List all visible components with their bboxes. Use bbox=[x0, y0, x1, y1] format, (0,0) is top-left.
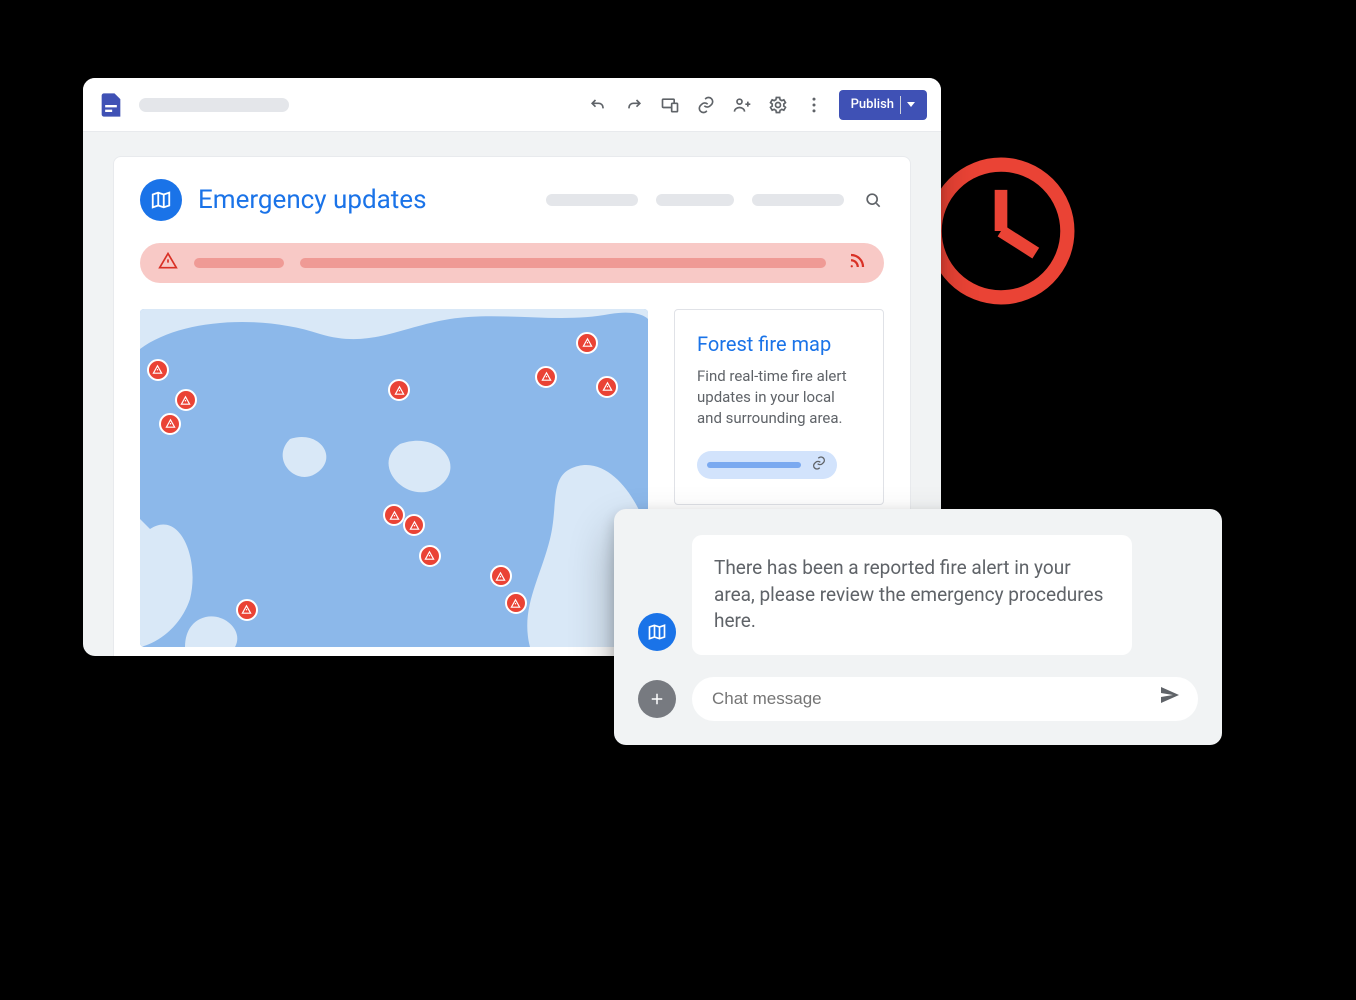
page-header: Emergency updates bbox=[140, 179, 884, 221]
rss-icon[interactable] bbox=[848, 252, 866, 274]
fire-alert-marker-icon[interactable] bbox=[147, 359, 169, 381]
link-icon bbox=[811, 455, 827, 475]
site-title-placeholder[interactable] bbox=[139, 98, 289, 112]
nav-item[interactable] bbox=[546, 194, 638, 206]
nav-item[interactable] bbox=[752, 194, 844, 206]
side-card-desc: Find real-time fire alert updates in you… bbox=[697, 366, 861, 429]
chat-bubble: There has been a reported fire alert in … bbox=[692, 535, 1132, 655]
fire-map[interactable] bbox=[140, 309, 648, 647]
redo-icon[interactable] bbox=[623, 94, 645, 116]
link-text-placeholder bbox=[707, 462, 801, 468]
add-attachment-button[interactable] bbox=[638, 680, 676, 718]
divider bbox=[900, 96, 901, 114]
send-icon[interactable] bbox=[1158, 683, 1182, 711]
undo-icon[interactable] bbox=[587, 94, 609, 116]
link-icon[interactable] bbox=[695, 94, 717, 116]
sites-logo-icon bbox=[97, 91, 125, 119]
fire-alert-marker-icon[interactable] bbox=[236, 599, 258, 621]
side-card-title: Forest fire map bbox=[697, 332, 861, 356]
alert-text-placeholder bbox=[300, 258, 826, 268]
chat-panel: There has been a reported fire alert in … bbox=[614, 509, 1222, 745]
titlebar: Publish bbox=[83, 78, 941, 132]
fire-alert-marker-icon[interactable] bbox=[419, 545, 441, 567]
fire-alert-marker-icon[interactable] bbox=[535, 366, 557, 388]
publish-button[interactable]: Publish bbox=[839, 90, 927, 120]
map-landmass bbox=[140, 309, 648, 647]
gear-icon[interactable] bbox=[767, 94, 789, 116]
nav-item[interactable] bbox=[656, 194, 734, 206]
warning-triangle-icon bbox=[158, 251, 178, 275]
fire-alert-marker-icon[interactable] bbox=[576, 332, 598, 354]
fire-alert-marker-icon[interactable] bbox=[175, 389, 197, 411]
search-icon[interactable] bbox=[862, 189, 884, 211]
fire-alert-marker-icon[interactable] bbox=[490, 565, 512, 587]
bot-avatar-map-icon bbox=[638, 613, 676, 651]
chat-input[interactable] bbox=[692, 677, 1198, 721]
share-person-icon[interactable] bbox=[731, 94, 753, 116]
fire-alert-marker-icon[interactable] bbox=[383, 504, 405, 526]
device-preview-icon[interactable] bbox=[659, 94, 681, 116]
nav-placeholders bbox=[546, 189, 884, 211]
map-icon bbox=[140, 179, 182, 221]
alert-banner[interactable] bbox=[140, 243, 884, 283]
clock-icon bbox=[922, 152, 1080, 310]
fire-alert-marker-icon[interactable] bbox=[596, 376, 618, 398]
chevron-down-icon[interactable] bbox=[907, 102, 915, 107]
publish-label: Publish bbox=[851, 97, 894, 112]
fire-alert-marker-icon[interactable] bbox=[505, 592, 527, 614]
page-title: Emergency updates bbox=[198, 185, 427, 215]
more-icon[interactable] bbox=[803, 94, 825, 116]
alert-text-placeholder bbox=[194, 258, 284, 268]
toolbar: Publish bbox=[587, 90, 927, 120]
side-info-card: Forest fire map Find real-time fire aler… bbox=[674, 309, 884, 505]
link-chip[interactable] bbox=[697, 451, 837, 479]
